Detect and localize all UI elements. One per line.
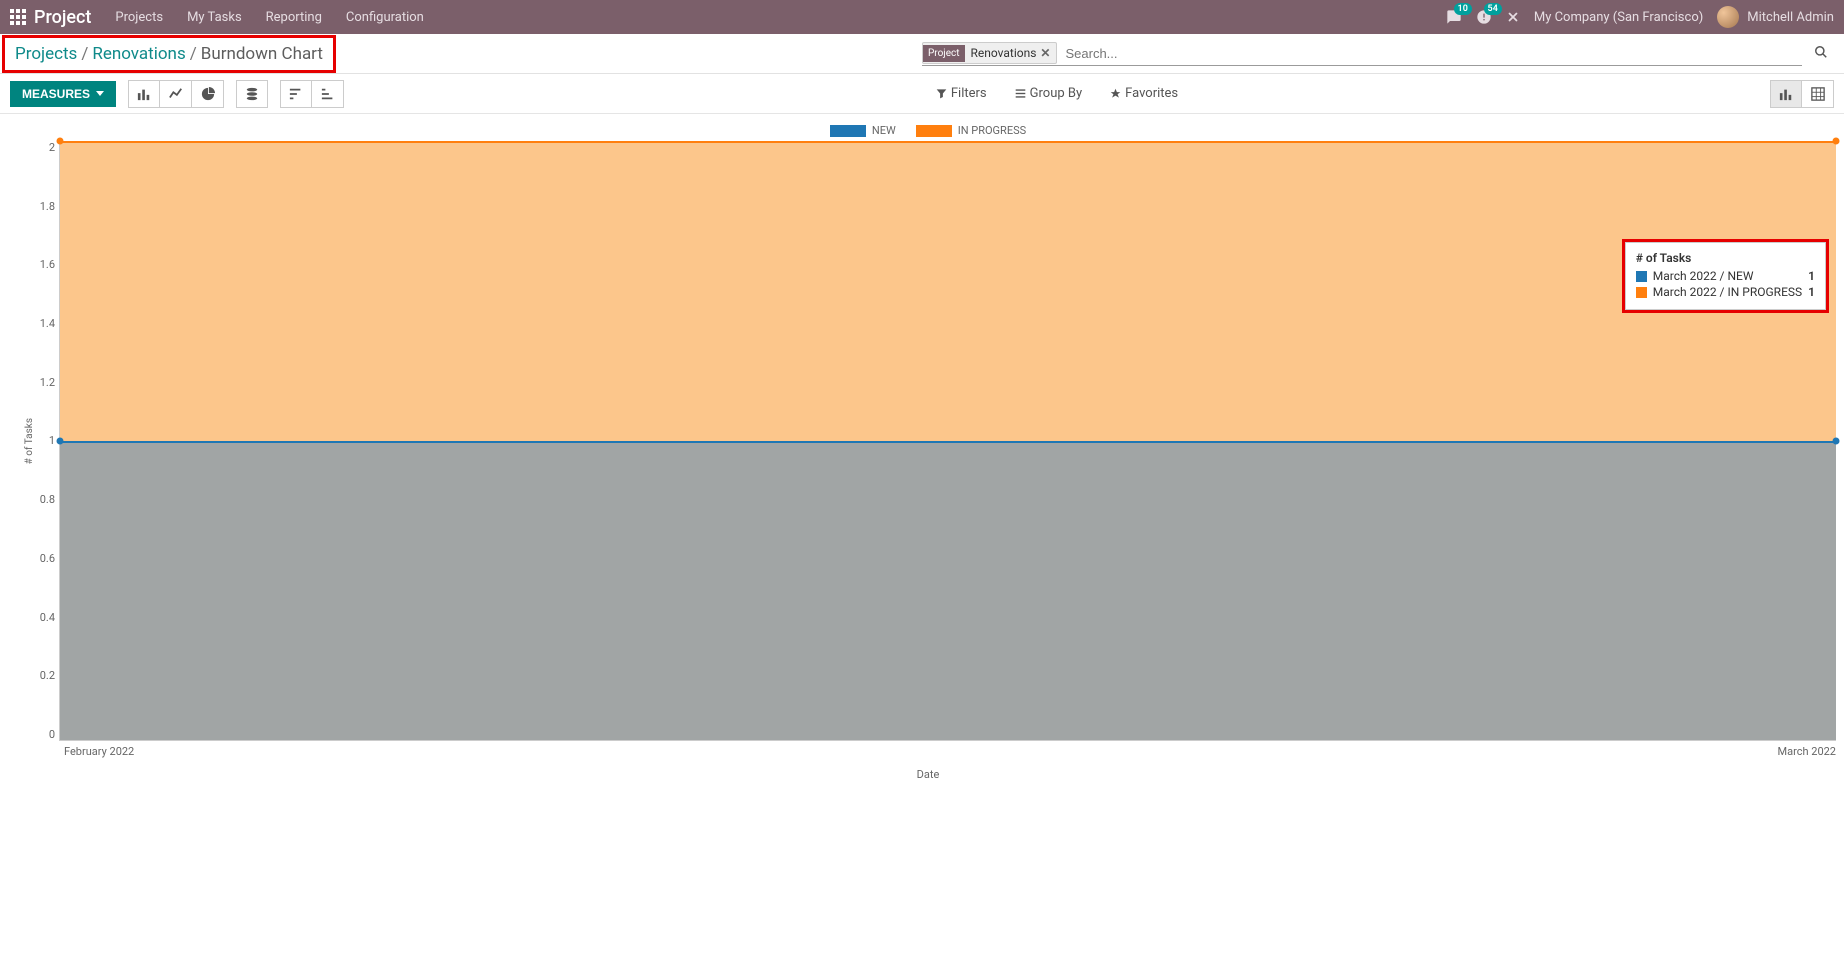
activities-icon[interactable]: 54 [1476, 9, 1492, 25]
breadcrumb-projects[interactable]: Projects [15, 44, 77, 64]
user-menu[interactable]: Mitchell Admin [1717, 6, 1834, 28]
top-navbar: Project Projects My Tasks Reporting Conf… [0, 0, 1844, 34]
activities-badge: 54 [1484, 3, 1502, 15]
nav-menu-mytasks[interactable]: My Tasks [187, 10, 242, 25]
area-inprogress [60, 141, 1836, 441]
chart-plot[interactable] [59, 141, 1836, 741]
company-selector[interactable]: My Company (San Francisco) [1534, 10, 1703, 25]
apps-icon[interactable] [10, 9, 26, 25]
nav-menu-reporting[interactable]: Reporting [266, 10, 322, 25]
nav-menu-projects[interactable]: Projects [115, 10, 163, 25]
x-axis-ticks: February 2022 March 2022 [20, 741, 1836, 758]
search-facet-category: Project [923, 45, 965, 62]
tooltip-swatch-orange [1636, 287, 1647, 298]
groupby-button[interactable]: Group By [1015, 86, 1083, 101]
area-new [60, 441, 1836, 741]
tooltip-row-inprogress: March 2022 / IN PROGRESS 1 [1636, 285, 1815, 299]
search-facet-value: Renovations [971, 46, 1037, 60]
search-facet[interactable]: Project Renovations ✕ [922, 42, 1057, 64]
user-name: Mitchell Admin [1747, 10, 1834, 25]
tooltip-swatch-blue [1636, 271, 1647, 282]
breadcrumb-renovations[interactable]: Renovations [92, 44, 185, 64]
tooltip-title: # of Tasks [1636, 251, 1815, 265]
point-orange-start [57, 138, 64, 145]
point-blue-start [57, 437, 64, 444]
messages-icon[interactable]: 10 [1446, 9, 1462, 25]
avatar [1717, 6, 1739, 28]
pivot-view-icon[interactable] [1802, 80, 1834, 108]
point-orange-end [1833, 138, 1840, 145]
app-brand[interactable]: Project [34, 7, 91, 28]
nav-menu: Projects My Tasks Reporting Configuratio… [115, 10, 423, 25]
close-tray-icon[interactable] [1506, 10, 1520, 24]
measures-button[interactable]: MEASURES [10, 81, 116, 107]
legend-inprogress[interactable]: IN PROGRESS [916, 124, 1026, 137]
tooltip-row-new: March 2022 / NEW 1 [1636, 269, 1815, 283]
chart-tooltip: # of Tasks March 2022 / NEW 1 March 2022… [1625, 242, 1826, 310]
line-inprogress [60, 141, 1836, 143]
legend-new[interactable]: NEW [830, 124, 896, 137]
sort-desc-icon[interactable] [280, 80, 312, 108]
line-chart-icon[interactable] [160, 80, 192, 108]
line-new [60, 441, 1836, 443]
y-axis-label: # of Tasks [20, 418, 35, 464]
graph-view-icon[interactable] [1770, 80, 1802, 108]
filters-button[interactable]: Filters [936, 86, 987, 101]
breadcrumb: Projects / Renovations / Burndown Chart [2, 35, 336, 73]
point-blue-end [1833, 437, 1840, 444]
legend-swatch-orange [916, 125, 952, 137]
pie-chart-icon[interactable] [192, 80, 224, 108]
messages-badge: 10 [1454, 3, 1472, 15]
bar-chart-icon[interactable] [128, 80, 160, 108]
favorites-button[interactable]: Favorites [1110, 86, 1178, 101]
stacked-icon[interactable] [236, 80, 268, 108]
search-icon[interactable] [1810, 45, 1832, 63]
nav-menu-configuration[interactable]: Configuration [346, 10, 424, 25]
search-input[interactable] [1061, 42, 1802, 65]
breadcrumb-current: Burndown Chart [201, 44, 323, 64]
sort-asc-icon[interactable] [312, 80, 344, 108]
chart-legend: NEW IN PROGRESS [20, 124, 1836, 137]
y-axis-ticks: 2 1.8 1.6 1.4 1.2 1 0.8 0.6 0.4 0.2 0 [35, 141, 59, 741]
x-axis-label: Date [20, 768, 1836, 781]
search-facet-remove-icon[interactable]: ✕ [1040, 46, 1050, 60]
legend-swatch-blue [830, 125, 866, 137]
